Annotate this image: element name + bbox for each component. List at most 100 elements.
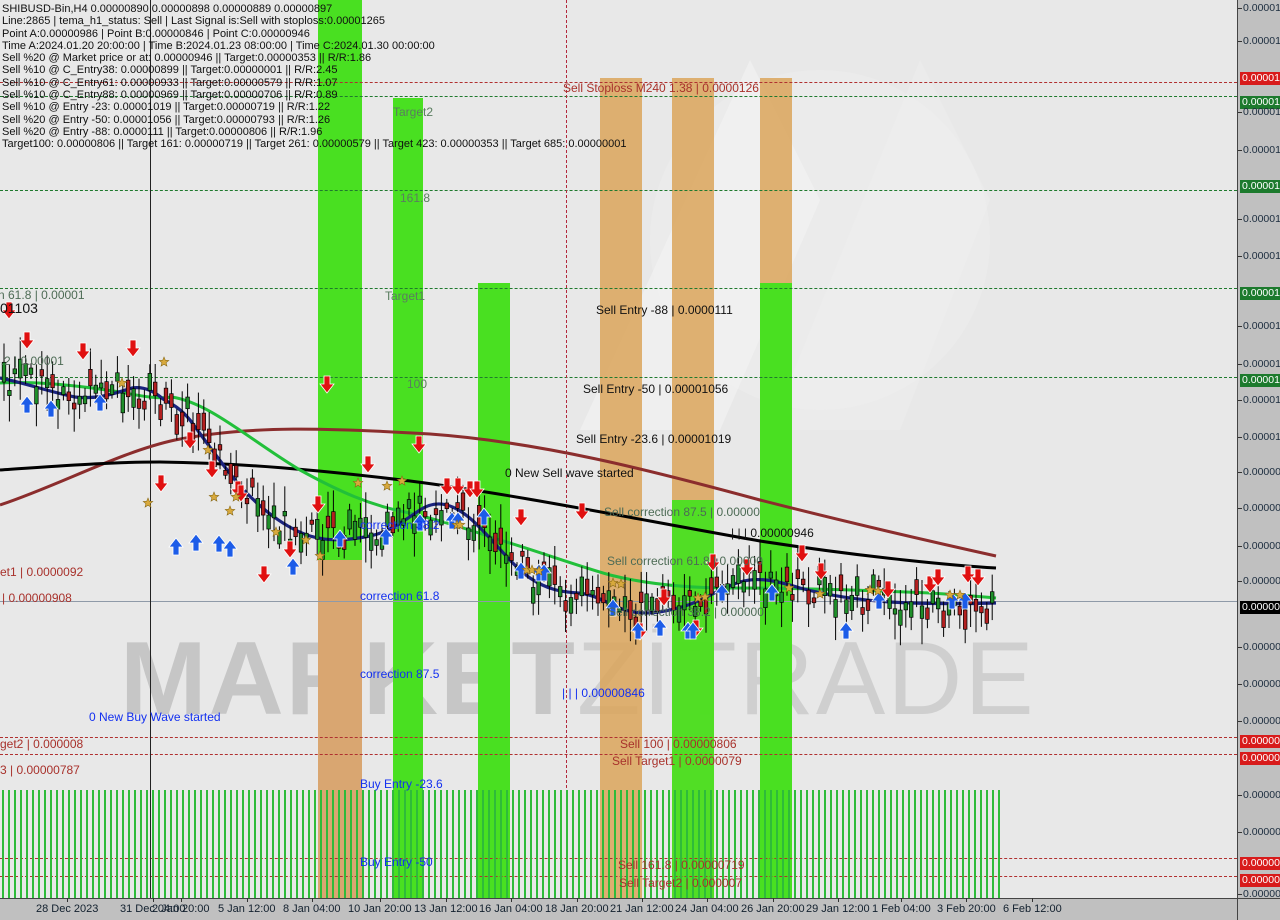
- time-axis[interactable]: 28 Dec 2023 31 Dec 04:00 2 Jan 20:00 5 Jan …: [0, 898, 1237, 920]
- info-line-1: Line:2865 | tema_h1_status: Sell | Last …: [2, 15, 386, 28]
- histogram-bar: [68, 790, 70, 898]
- histogram-bar: [392, 790, 394, 898]
- axis-corner: [1237, 898, 1280, 920]
- histogram-bar: [62, 790, 64, 898]
- histogram-bar: [530, 790, 532, 898]
- session-band-4: [600, 78, 642, 898]
- histogram-bar: [254, 790, 256, 898]
- chart-info-header: SHIBUSD-Bin,H4 0.00000890 0.00000898 0.0…: [2, 3, 627, 151]
- histogram-bar: [974, 790, 976, 898]
- histogram-bar: [788, 790, 790, 898]
- histogram-bar: [98, 790, 100, 898]
- time-tick: 29 Jan 12:00: [806, 898, 870, 915]
- histogram-bar: [308, 790, 310, 898]
- price-tick: 0.00000: [1238, 641, 1280, 653]
- histogram-bar: [878, 790, 880, 898]
- histogram-bar: [86, 790, 88, 898]
- price-tick: 0.00000: [1238, 826, 1280, 838]
- histogram-bar: [236, 790, 238, 898]
- histogram-bar: [272, 790, 274, 898]
- histogram-bar: [170, 790, 172, 898]
- histogram-bar: [32, 790, 34, 898]
- annotation-label: Sell Entry -88 | 0.0000111: [596, 303, 733, 317]
- histogram-bar: [230, 790, 232, 898]
- histogram-bar: [482, 790, 484, 898]
- histogram-bar: [434, 790, 436, 898]
- annotation-label: 0 New Buy Wave started: [89, 710, 221, 724]
- histogram-bar: [440, 790, 442, 898]
- info-line-0: SHIBUSD-Bin,H4 0.00000890 0.00000898 0.0…: [2, 3, 333, 15]
- price-tick: 0.00001: [1238, 2, 1280, 14]
- histogram-bar: [338, 790, 340, 898]
- histogram-bar: [20, 790, 22, 898]
- histogram-bar: [560, 790, 562, 898]
- time-tick: 6 Feb 12:00: [1003, 898, 1062, 915]
- histogram-bar: [260, 790, 262, 898]
- price-tick: 0.00001: [1238, 213, 1280, 225]
- histogram-bar: [278, 790, 280, 898]
- left-annotation-label: 3 | 0.00000787: [0, 763, 80, 777]
- histogram-bar: [980, 790, 982, 898]
- histogram-bar: [524, 790, 526, 898]
- annotation-label: | | | 0.00000946: [731, 526, 814, 540]
- histogram-bar: [512, 790, 514, 898]
- histogram-bar: [506, 790, 508, 898]
- level-100-green: [0, 377, 1237, 378]
- price-tick: 0.00001: [1238, 250, 1280, 262]
- price-tick: 0.00000: [1238, 502, 1280, 514]
- histogram-bar: [350, 790, 352, 898]
- histogram-bar: [836, 790, 838, 898]
- histogram-bar: [110, 790, 112, 898]
- chart-plot-area[interactable]: MARKETZİTRADE: [0, 0, 1237, 898]
- histogram-bar: [860, 790, 862, 898]
- time-tick: 18 Jan 20:00: [545, 898, 609, 915]
- price-tick: 0.00000: [1238, 789, 1280, 801]
- histogram-bar: [344, 790, 346, 898]
- histogram-bar: [566, 790, 568, 898]
- histogram-bar: [806, 790, 808, 898]
- histogram-bar: [176, 790, 178, 898]
- time-tick: 10 Jan 20:00: [348, 898, 412, 915]
- histogram-bar: [332, 790, 334, 898]
- histogram-bar: [8, 790, 10, 898]
- histogram-bar: [38, 790, 40, 898]
- chart-window: MARKETZİTRADE: [0, 0, 1280, 920]
- histogram-bar: [986, 790, 988, 898]
- price-tick: 0.00001: [1238, 320, 1280, 332]
- price-tick: 0.00000: [1240, 874, 1280, 887]
- annotation-label: Sell Entry -23.6 | 0.00001019: [576, 432, 732, 446]
- annotation-label: Buy Entry -23.6: [360, 777, 443, 791]
- level-1618-green: [0, 190, 1237, 191]
- histogram-bar: [224, 790, 226, 898]
- histogram-bar: [554, 790, 556, 898]
- level-sell-100: [0, 737, 1237, 738]
- annotation-label: 161.8: [400, 191, 431, 205]
- histogram-bar: [428, 790, 430, 898]
- histogram-bar: [890, 790, 892, 898]
- price-tick: 0.00001: [1238, 144, 1280, 156]
- histogram-bar: [164, 790, 166, 898]
- histogram-bar: [968, 790, 970, 898]
- histogram-bar: [950, 790, 952, 898]
- histogram-bar: [140, 790, 142, 898]
- histogram-bar: [50, 790, 52, 898]
- histogram-bar: [296, 790, 298, 898]
- left-annotation-label: et1 | 0.0000092: [0, 565, 84, 579]
- time-tick: 16 Jan 04:00: [479, 898, 543, 915]
- time-tick: 3 Feb 20:00: [937, 898, 996, 915]
- histogram-bar: [938, 790, 940, 898]
- histogram-bar: [44, 790, 46, 898]
- price-tick: 0.00001: [1238, 431, 1280, 443]
- left-annotation-label: 8.2 | 0.00001: [0, 354, 64, 368]
- info-line-9: Sell %20 @ Entry -50: 0.00001056 || Targ…: [2, 113, 331, 126]
- histogram-bar: [848, 790, 850, 898]
- price-axis[interactable]: 0.00001 0.00001 0.00001 0.00001 0.00001 0.000…: [1237, 0, 1280, 900]
- price-tick: 0.00000: [1240, 752, 1280, 765]
- histogram-bar: [608, 790, 610, 898]
- histogram-bar: [518, 790, 520, 898]
- price-tick: 0.00001: [1240, 180, 1280, 193]
- histogram-bar: [962, 790, 964, 898]
- histogram-bar: [416, 790, 418, 898]
- histogram-bar: [302, 790, 304, 898]
- price-tick: 0.00001: [1240, 72, 1280, 85]
